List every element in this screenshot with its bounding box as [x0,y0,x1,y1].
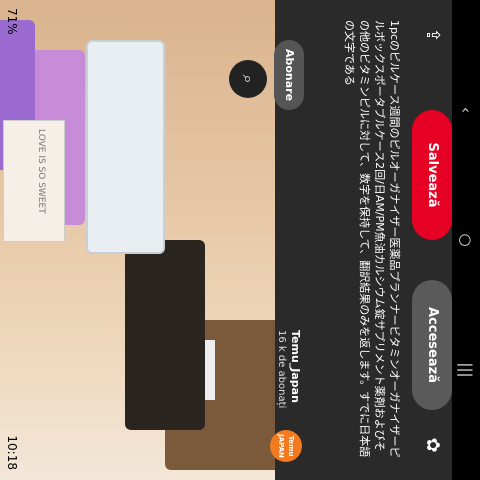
phone-screen: JAN LOVE IS SO SWEET ⌕ 71% 10:18 Temu JA… [0,0,480,480]
clock: 10:18 [5,435,19,470]
follower-count: 16 k de abonați [276,330,287,409]
status-bar: 71% 10:18 [0,0,22,480]
avatar-line2: JAPAN [277,434,285,458]
save-button[interactable]: Salvează [412,110,452,240]
pin-details: Temu JAPAN Temu_Japan 16 k de abonați Ab… [270,0,452,480]
access-button[interactable]: Accesează [412,280,452,410]
avatar-line1: Temu [287,435,295,457]
recents-icon[interactable]: ||| [456,360,476,380]
card-text: LOVE IS SO SWEET [36,129,46,214]
black-pill-case [125,240,205,430]
share-icon[interactable]: ⇪ [417,20,447,50]
visual-search-icon[interactable]: ⌕ [229,60,267,98]
product-photo: JAN LOVE IS SO SWEET ⌕ [0,0,275,480]
home-icon[interactable]: ○ [456,230,476,250]
back-icon[interactable]: ‹ [456,100,476,120]
white-pill-case [86,40,165,254]
account-name[interactable]: Temu_Japan [289,330,302,425]
follow-button[interactable]: Abonare [274,40,304,110]
account-avatar[interactable]: Temu JAPAN [270,430,302,462]
screen-stage: JAN LOVE IS SO SWEET ⌕ 71% 10:18 Temu JA… [0,0,480,480]
system-nav-bar: ‹ ○ ||| [452,0,480,480]
battery-level: 71% [5,8,19,35]
pin-description: 1pcのピルケース週間のピルオーガナイザー医薬品プランナービタミンオーガナイザー… [343,20,401,458]
pinterest-icon[interactable]: ✿ [417,430,447,460]
